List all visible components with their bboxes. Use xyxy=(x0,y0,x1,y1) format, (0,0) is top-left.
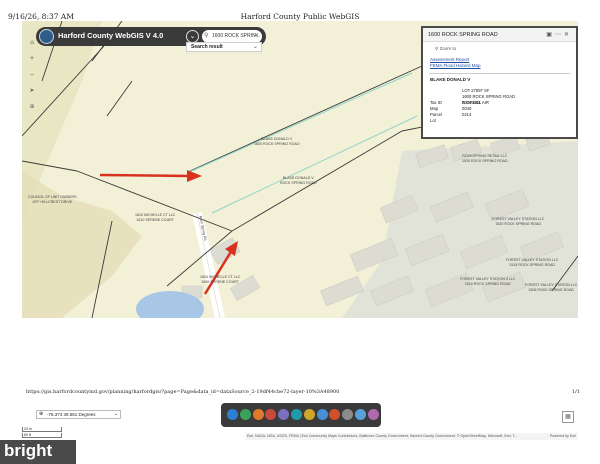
print-icon[interactable] xyxy=(303,409,315,420)
share-icon[interactable] xyxy=(316,409,328,420)
parcel-label-forest-valley-4: FOREST VALLEY STATION LLC 1506 ROCK SPRIN… xyxy=(525,283,578,292)
parcel-label-council: COUNCIL OF UNIT OWNERS OFF HILLCREST DRIV… xyxy=(28,195,77,204)
scale-bar-metric: 20 m xyxy=(22,427,62,432)
print-title: Harford County Public WebGIS xyxy=(240,12,360,21)
locate-icon[interactable]: ⊕ xyxy=(27,102,37,112)
zoom-out-icon[interactable]: − xyxy=(27,70,37,80)
parcel-label-rockspring-retail: ROCKSPRING RETAIL LLC 1530 ROCK SPRING RO… xyxy=(462,154,508,163)
scale-bar-imperial: 60 ft xyxy=(22,433,62,438)
home-icon[interactable]: ⌂ xyxy=(27,38,37,48)
attribution-text: Esri, NASA, NGA, USGS, FEMA | Esri Commu… xyxy=(247,434,518,438)
widget-toolbar xyxy=(221,403,381,427)
crosshair-icon: ⊕ xyxy=(39,411,44,417)
grid-icon[interactable]: ▦ xyxy=(562,411,574,423)
coordinate-value: -76.374 39.561 Degrees xyxy=(47,412,96,417)
parcel-label-forest-valley-1: FOREST VALLEY STATION LLC 1520 ROCK SPRIN… xyxy=(492,217,545,226)
map-tools: ⌂ + − ➤ ⊕ xyxy=(27,38,37,118)
popup-header: 1600 ROCK SPRING ROAD ▣⋯✕ xyxy=(423,28,576,42)
feature-popup: 1600 ROCK SPRING ROAD ▣⋯✕ ⚲ Zoom to Asse… xyxy=(421,26,578,139)
print-header: 9/16/26, 8:37 AM Harford County Public W… xyxy=(0,8,600,22)
fema-flood-map-link[interactable]: FEMA Flood Hazard Map xyxy=(430,63,576,69)
scale-bar: 20 m 60 ft xyxy=(22,427,70,438)
search-result-dropdown[interactable]: Search result ⌄ xyxy=(186,42,262,52)
close-icon[interactable]: ✕ xyxy=(564,32,572,38)
parcel-label-blake-mid: BLAKE DONALD V ROCK SPRING ROAD xyxy=(280,176,317,185)
map-attribution: Esri, NASA, NGA, USGS, FEMA | Esri Commu… xyxy=(245,433,578,440)
watermark-text: bright xyxy=(4,441,53,460)
tools-icon[interactable] xyxy=(367,409,379,420)
basemap-icon[interactable] xyxy=(252,409,264,420)
print-url: https://gis.harfordcountymd.gov/planning… xyxy=(26,389,340,395)
parcel-label-blake-top: BLAKE DONALD V 1600 ROCK SPRING ROAD xyxy=(254,137,300,146)
page-number: 1/1 xyxy=(572,389,581,395)
parcel-label-forest-valley-2: FOREST VALLEY STATION LLC 1518 ROCK SPRIN… xyxy=(506,258,559,267)
zoom-to-icon: ⚲ xyxy=(435,46,439,51)
legend-icon[interactable] xyxy=(239,409,251,420)
county-seal-icon xyxy=(39,29,54,44)
popup-owner: BLAKE DONALD V xyxy=(430,77,471,82)
parcel-label-michelle: 1610 MICHELLE CT LLC 1610 SERENE COURT xyxy=(135,213,176,222)
zoom-to-button[interactable]: ⚲ Zoom to xyxy=(423,42,576,54)
parcel-label-forest-valley-3: FOREST VALLEY STATION II LLC 1510 ROCK SP… xyxy=(460,277,516,286)
popup-buttons: ▣⋯✕ xyxy=(546,28,572,42)
chevron-down-icon[interactable]: ⌄ xyxy=(114,411,118,418)
layers-icon[interactable] xyxy=(227,409,238,420)
popup-title: 1600 ROCK SPRING ROAD xyxy=(428,32,498,38)
watermark-logo: bright xyxy=(0,440,76,464)
measure-icon[interactable] xyxy=(278,409,290,420)
query-icon[interactable] xyxy=(355,409,366,420)
powered-by-esri[interactable]: Powered by Esri xyxy=(550,433,576,440)
draw-icon[interactable] xyxy=(291,409,302,420)
popup-fields: Tax ID 03045344 Map 0040 Parcel 0214 Lot xyxy=(430,100,481,124)
select-icon[interactable] xyxy=(329,409,341,420)
table-icon[interactable] xyxy=(342,409,354,420)
compass-icon[interactable]: ➤ xyxy=(27,86,37,96)
search-result-label: Search result xyxy=(191,44,223,50)
search-value: 1600 ROCK SPRIN... xyxy=(212,33,260,39)
app-title: Harford County WebGIS V 4.0 xyxy=(58,31,164,40)
popup-links: Assessment Report FEMA Flood Hazard Map xyxy=(423,54,576,69)
parcel-label-michelle-2: 1604 MICHELLE CT LLC 1606 SERENE COURT xyxy=(200,275,241,284)
dock-icon[interactable]: ▣ xyxy=(546,32,555,38)
zoom-in-icon[interactable]: + xyxy=(27,54,37,64)
field-lot: Lot xyxy=(430,118,436,123)
bookmark-icon[interactable] xyxy=(265,409,277,420)
chevron-down-icon: ⌄ xyxy=(252,44,258,50)
more-icon[interactable]: ⋯ xyxy=(555,32,564,38)
coordinate-readout[interactable]: ⊕ -76.374 39.561 Degrees ⌄ xyxy=(36,410,121,419)
